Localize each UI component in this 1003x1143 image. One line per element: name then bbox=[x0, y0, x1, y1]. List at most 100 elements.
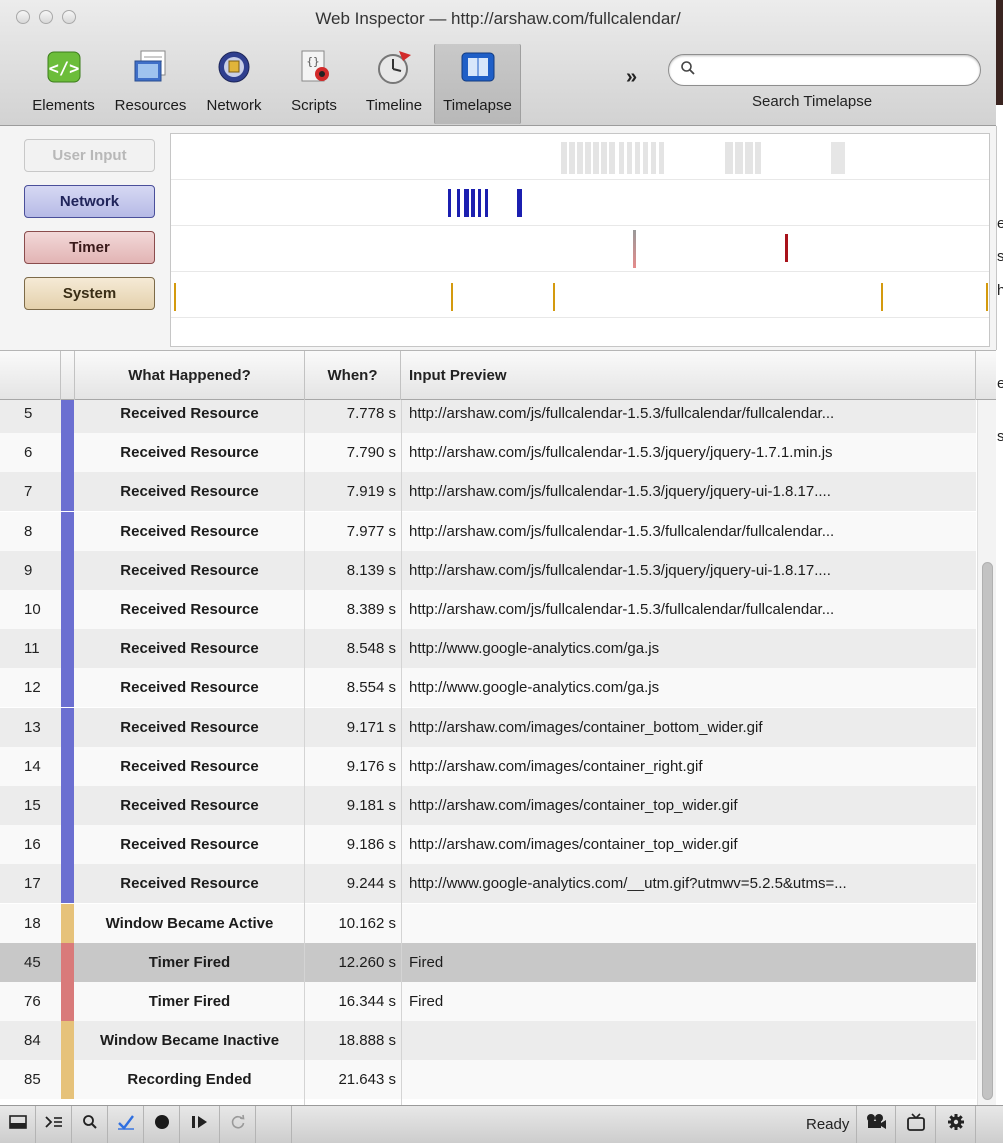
network-lane bbox=[171, 180, 989, 226]
search-icon bbox=[82, 1114, 98, 1135]
tab-resources[interactable]: Resources bbox=[107, 44, 194, 124]
user-input-mark bbox=[619, 142, 667, 174]
row-when: 10.162 s bbox=[338, 914, 396, 932]
table-row[interactable]: 7 Received Resource 7.919 s http://arshaw.c… bbox=[0, 472, 976, 512]
header-what-happened[interactable]: What Happened? bbox=[75, 351, 305, 400]
row-what-happened: Received Resource bbox=[120, 718, 259, 736]
row-what-happened: Received Resource bbox=[120, 483, 259, 501]
table-row[interactable]: 17 Received Resource 9.244 s http://www.goo… bbox=[0, 864, 976, 904]
record-button[interactable] bbox=[144, 1106, 180, 1143]
row-input-preview: http://arshaw.com/images/container_top_w… bbox=[409, 836, 738, 854]
filter-user-input-button[interactable]: User Input bbox=[24, 139, 155, 172]
table-header: What Happened? When? Input Preview bbox=[0, 350, 996, 400]
filter-timer-button[interactable]: Timer bbox=[24, 231, 155, 264]
row-when: 7.778 s bbox=[346, 405, 396, 422]
background-window-edge bbox=[996, 126, 1003, 350]
tab-elements[interactable]: </> Elements bbox=[20, 44, 107, 124]
refresh-button[interactable] bbox=[220, 1106, 256, 1143]
refresh-icon bbox=[230, 1114, 246, 1135]
table-row[interactable]: 6 Received Resource 7.790 s http://arshaw.c… bbox=[0, 433, 976, 473]
row-what-happened: Received Resource bbox=[120, 405, 259, 422]
row-index: 84 bbox=[24, 1032, 41, 1050]
table-scrollbar[interactable] bbox=[977, 400, 996, 1105]
svg-text:</>: </> bbox=[48, 59, 79, 79]
table-row[interactable]: 13 Received Resource 9.171 s http://arshaw.… bbox=[0, 707, 976, 747]
play-icon bbox=[191, 1114, 209, 1135]
user-input-mark bbox=[831, 142, 845, 174]
row-category-color bbox=[61, 707, 74, 747]
enable-button[interactable] bbox=[108, 1106, 144, 1143]
row-input-preview: http://arshaw.com/js/fullcalendar-1.5.3/… bbox=[409, 405, 835, 422]
background-text: e bbox=[997, 215, 1003, 232]
search-input[interactable] bbox=[668, 54, 981, 86]
table-row[interactable]: 9 Received Resource 8.139 s http://arshaw.c… bbox=[0, 550, 976, 590]
checkmark-icon bbox=[117, 1114, 135, 1135]
row-index: 11 bbox=[24, 640, 40, 658]
table-row[interactable]: 45 Timer Fired 12.260 s Fired bbox=[0, 942, 976, 982]
header-input-preview[interactable]: Input Preview bbox=[401, 351, 976, 400]
row-when: 12.260 s bbox=[338, 953, 396, 971]
tab-scripts[interactable]: {} Scripts bbox=[274, 44, 354, 124]
events-table: What Happened? When? Input Preview 5 Rece… bbox=[0, 350, 996, 1105]
tab-timeline[interactable]: Timeline bbox=[354, 44, 434, 124]
table-row[interactable]: 10 Received Resource 8.389 s http://arshaw.… bbox=[0, 590, 976, 629]
table-row[interactable]: 18 Window Became Active 10.162 s bbox=[0, 903, 976, 943]
row-what-happened: Received Resource bbox=[120, 757, 259, 775]
search-button[interactable] bbox=[72, 1106, 108, 1143]
row-what-happened: Recording Ended bbox=[127, 1071, 252, 1089]
toolbar-overflow-button[interactable]: » bbox=[626, 66, 637, 89]
table-row[interactable]: 5 Received Resource 7.778 s http://arshaw.c… bbox=[0, 400, 976, 433]
table-row[interactable]: 15 Received Resource 9.181 s http://arshaw.… bbox=[0, 786, 976, 825]
dock-icon bbox=[8, 1115, 27, 1134]
camera-button[interactable] bbox=[856, 1106, 896, 1143]
row-what-happened: Received Resource bbox=[120, 797, 259, 814]
table-row[interactable]: 16 Received Resource 9.186 s http://arshaw.… bbox=[0, 825, 976, 865]
table-row[interactable]: 84 Window Became Inactive 18.888 s bbox=[0, 1021, 976, 1061]
table-row[interactable]: 76 Timer Fired 16.344 s Fired bbox=[0, 982, 976, 1021]
panel-toolbar: </> Elements Resources Network {} Script… bbox=[20, 44, 521, 124]
tab-timelapse[interactable]: Timelapse bbox=[434, 44, 521, 124]
row-category-color bbox=[61, 629, 74, 669]
table-row[interactable]: 12 Received Resource 8.554 s http://www.goo… bbox=[0, 668, 976, 708]
row-index: 18 bbox=[24, 914, 41, 932]
table-row[interactable]: 11 Received Resource 8.548 s http://www.goo… bbox=[0, 629, 976, 669]
tv-button[interactable] bbox=[896, 1106, 936, 1143]
tab-network[interactable]: Network bbox=[194, 44, 274, 124]
overview-track[interactable] bbox=[170, 133, 990, 347]
settings-button[interactable] bbox=[936, 1106, 976, 1143]
table-row[interactable]: 14 Received Resource 9.176 s http://arshaw.… bbox=[0, 746, 976, 786]
row-index: 7 bbox=[24, 483, 33, 501]
row-input-preview: http://arshaw.com/images/container_botto… bbox=[409, 718, 763, 736]
network-mark bbox=[485, 189, 488, 217]
row-what-happened: Received Resource bbox=[120, 601, 259, 618]
header-when[interactable]: When? bbox=[305, 351, 401, 400]
network-mark bbox=[464, 189, 469, 217]
row-index: 45 bbox=[24, 953, 41, 971]
row-what-happened: Received Resource bbox=[120, 679, 259, 697]
row-category-color bbox=[61, 1021, 74, 1061]
header-index-column[interactable] bbox=[0, 351, 61, 400]
column-divider bbox=[304, 400, 305, 1105]
console-button[interactable] bbox=[36, 1106, 72, 1143]
row-what-happened: Received Resource bbox=[120, 640, 259, 658]
row-category-color bbox=[61, 668, 74, 708]
user-input-lane bbox=[171, 134, 989, 180]
row-index: 85 bbox=[24, 1071, 41, 1089]
scrollbar-thumb[interactable] bbox=[982, 562, 993, 1100]
tab-elements-label: Elements bbox=[32, 97, 95, 114]
gear-icon bbox=[947, 1113, 965, 1136]
row-index: 17 bbox=[24, 875, 41, 893]
row-input-preview: http://arshaw.com/images/container_right… bbox=[409, 757, 703, 775]
row-what-happened: Window Became Active bbox=[105, 914, 274, 932]
row-category-color bbox=[61, 590, 74, 629]
dock-button[interactable] bbox=[0, 1106, 36, 1143]
row-what-happened: Received Resource bbox=[120, 875, 259, 893]
network-mark bbox=[448, 189, 451, 217]
play-button[interactable] bbox=[180, 1106, 220, 1143]
table-row[interactable]: 85 Recording Ended 21.643 s bbox=[0, 1060, 976, 1100]
filter-network-button[interactable]: Network bbox=[24, 185, 155, 218]
network-mark bbox=[457, 189, 460, 217]
table-row[interactable]: 8 Received Resource 7.977 s http://arshaw.c… bbox=[0, 511, 976, 551]
system-mark bbox=[451, 283, 453, 311]
filter-system-button[interactable]: System bbox=[24, 277, 155, 310]
